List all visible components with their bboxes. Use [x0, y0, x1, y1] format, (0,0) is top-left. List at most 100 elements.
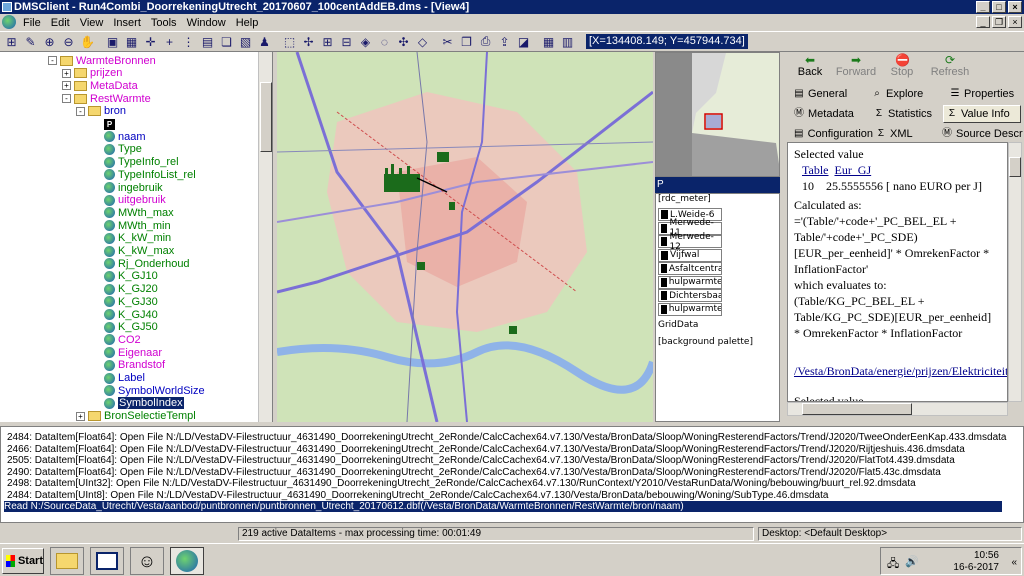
circle-select-icon[interactable]: ◌ [376, 33, 393, 50]
tab-metadata[interactable]: Ⓜ Metadata [791, 105, 863, 123]
legend-item[interactable]: Vijfwal [658, 248, 722, 262]
start-button[interactable]: Start [2, 548, 44, 574]
stop-button[interactable]: ⛔ Stop [879, 54, 925, 78]
info-hscroll-thumb[interactable] [802, 403, 912, 415]
info-vertical-scrollbar[interactable] [1008, 142, 1022, 402]
globe-icon[interactable] [2, 15, 16, 29]
log-line[interactable]: 2490: DataItem[Float64]: Open File N:/LD… [7, 467, 941, 478]
tree-item[interactable]: TypeInfo_rel [104, 156, 179, 169]
tree-icon[interactable]: ⊞ [3, 33, 20, 50]
cross-select-icon[interactable]: ✣ [395, 33, 412, 50]
select-icon[interactable]: ⬚ [281, 33, 298, 50]
symbol-icon[interactable]: ♟ [256, 33, 273, 50]
tree-item[interactable]: K_GJ20 [104, 283, 158, 296]
info-horizontal-scrollbar[interactable] [787, 402, 1008, 416]
tree-item[interactable]: Type [104, 143, 142, 156]
map-canvas[interactable] [277, 52, 653, 422]
copy-map-icon[interactable]: ❐ [458, 33, 475, 50]
menu-help[interactable]: Help [231, 17, 264, 29]
log-line[interactable]: 2466: DataItem[Float64]: Open File N:/LD… [7, 444, 965, 455]
tab-configuration[interactable]: ▤ Configuration [791, 125, 873, 143]
tree-item[interactable]: Brandstof [104, 359, 165, 372]
paste-icon[interactable]: ▧ [237, 33, 254, 50]
tab-xml[interactable]: Σ XML [873, 125, 925, 143]
tree-item[interactable]: uitgebruik [104, 194, 166, 207]
zoom-out-icon[interactable]: ⊖ [60, 33, 77, 50]
maximize-button[interactable]: □ [992, 1, 1006, 13]
legend-item[interactable]: hulpwarmtece [658, 275, 722, 289]
tree-item[interactable]: TypeInfoList_rel [104, 168, 196, 181]
layers-icon[interactable]: ▤ [199, 33, 216, 50]
palette-icon[interactable]: ◪ [515, 33, 532, 50]
forward-button[interactable]: ➡ Forward [833, 54, 879, 78]
menu-window[interactable]: Window [182, 17, 231, 29]
pan-hand-icon[interactable]: ✋ [79, 33, 96, 50]
tab-general[interactable]: ▤ General [791, 85, 861, 103]
info-vscroll-thumb[interactable] [1009, 157, 1021, 177]
scissors-icon[interactable]: ✂ [439, 33, 456, 50]
eur-gj-link[interactable]: Eur_GJ [834, 163, 871, 177]
window-taskbar-button[interactable] [90, 547, 124, 575]
log-line[interactable]: 2484: DataItem[Float64]: Open File N:/LD… [7, 432, 1006, 443]
menu-file[interactable]: File [18, 17, 46, 29]
select-sub-icon[interactable]: ⊟ [338, 33, 355, 50]
table-link[interactable]: Table [802, 163, 828, 177]
tree-scroll-thumb[interactable] [260, 82, 272, 152]
tree-item[interactable]: P [104, 118, 118, 131]
tree-item[interactable]: ingebruik [104, 181, 163, 194]
tab-properties[interactable]: ☰ Properties [947, 85, 1021, 103]
tree-item[interactable]: MWth_min [104, 219, 171, 232]
select-rect-icon[interactable]: ▣ [104, 33, 121, 50]
menu-edit[interactable]: Edit [46, 17, 75, 29]
log-panel[interactable]: 2484: DataItem[Float64]: Open File N:/LD… [0, 426, 1024, 523]
log-line[interactable]: Read N:/SourceData_Utrecht/Vesta/aanbod/… [4, 501, 1002, 512]
tree-item[interactable]: + BronSelectieTempl [76, 410, 196, 422]
legend-item[interactable]: Merwede-12 [658, 232, 722, 252]
tree-item[interactable]: Label [104, 372, 145, 385]
tree-scrollbar[interactable] [258, 52, 272, 422]
log-line[interactable]: 2484: DataItem[UInt8]: Open File N:/LD/V… [7, 490, 828, 501]
pencil-icon[interactable]: ✎ [22, 33, 39, 50]
map-view[interactable] [277, 52, 653, 422]
collapse-icon[interactable]: - [62, 94, 71, 104]
legend-item[interactable]: Dichtersbaan [658, 289, 722, 302]
tray-chevron-icon[interactable]: « [1011, 557, 1017, 568]
legend-item[interactable]: Asfaltcentrale [658, 262, 722, 275]
legend-item[interactable]: hulpwarmtece [658, 302, 722, 316]
grid-icon[interactable]: ▦ [123, 33, 140, 50]
expand-icon[interactable]: + [62, 68, 71, 78]
app-taskbar-button[interactable]: ☺ [130, 547, 164, 575]
node-icon[interactable]: ◈ [357, 33, 374, 50]
tree-item[interactable]: K_kW_max [104, 245, 174, 258]
back-button[interactable]: ⬅ Back [787, 54, 833, 78]
close-button[interactable]: × [1008, 1, 1022, 13]
tree-item[interactable]: Rj_Onderhoud [104, 257, 190, 270]
tree-item[interactable]: K_GJ40 [104, 308, 158, 321]
tree-item[interactable]: naam [104, 130, 146, 143]
tab-explore[interactable]: ⌕ Explore [869, 85, 939, 103]
tree-item[interactable]: K_kW_min [104, 232, 171, 245]
overview-canvas[interactable] [656, 53, 780, 177]
table-split-icon[interactable]: ▥ [559, 33, 576, 50]
tree-item[interactable]: CO2 [104, 333, 141, 346]
explorer-taskbar-button[interactable] [50, 547, 84, 575]
menu-insert[interactable]: Insert [108, 17, 146, 29]
tree-item[interactable]: K_GJ50 [104, 321, 158, 334]
tree-item[interactable]: SymbolWorldSize [104, 384, 205, 397]
log-line[interactable]: 2498: DataItem[UInt32]: Open File N:/LD/… [7, 478, 916, 489]
crosshair-icon[interactable]: ✛ [142, 33, 159, 50]
child-close-button[interactable]: × [1008, 16, 1022, 28]
tab-sourcedescr[interactable]: Ⓜ Source Descr [939, 125, 1023, 143]
child-restore-button[interactable]: ❐ [992, 16, 1006, 28]
zoom-in-icon[interactable]: ⊕ [41, 33, 58, 50]
overview-map[interactable] [655, 52, 780, 177]
tree-item[interactable]: MWth_max [104, 206, 174, 219]
tree-item[interactable]: + prijzen [62, 67, 122, 80]
dmsclient-taskbar-button[interactable] [170, 547, 204, 575]
menu-view[interactable]: View [75, 17, 109, 29]
volume-icon[interactable]: 🔊 [905, 555, 919, 568]
tree-item[interactable]: SymbolIndex [104, 397, 184, 410]
tree-item[interactable]: - WarmteBronnen [48, 54, 156, 67]
collapse-icon[interactable]: - [76, 106, 85, 116]
network-icon[interactable]: 🖧 [887, 555, 899, 574]
